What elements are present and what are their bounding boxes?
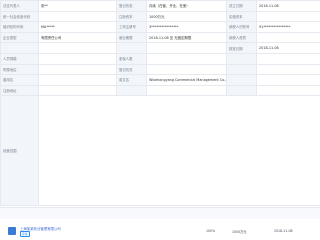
field-label: 注册地址 [0, 84, 39, 97]
investment-date: 2018-11-08 [274, 229, 293, 233]
field-value: 2018-11-08 [256, 0, 320, 12]
investment-amount: 1000万元 [232, 230, 247, 234]
field-value: 有限责任公司 [38, 31, 117, 44]
info-row: 曾用名 英文名 Wisehongyang Commercial Management… [0, 74, 320, 86]
info-row: 企业类型 有限责任公司 营业期限 2018-11-08 至 无固定期限 纳税人资质 [0, 31, 320, 44]
field-value: 张** [38, 0, 117, 12]
field-label: 人员规模 [0, 52, 39, 65]
field-value [256, 63, 320, 76]
investment-section: 上海某某商业管理有限公司 存续 100% 1000万元 2018-11-08 [0, 207, 320, 240]
field-label: 登记机关 [116, 63, 147, 76]
field-label: 企业类型 [0, 31, 39, 44]
field-value [146, 52, 227, 65]
field-label [116, 42, 147, 54]
field-label: 注册资本 [116, 10, 147, 23]
field-value [38, 74, 117, 86]
field-label: 营业期限 [116, 31, 147, 44]
field-label: 工商注册号 [116, 21, 147, 33]
field-label [226, 52, 257, 65]
field-label: 组织机构代码 [0, 21, 39, 33]
field-label: 纳税人识别号 [226, 21, 257, 33]
field-value [146, 42, 227, 54]
field-label: 成立日期 [226, 0, 257, 12]
investee-company-name[interactable]: 上海某某商业管理有限公司 [20, 226, 180, 231]
field-value [256, 52, 320, 65]
field-value [146, 63, 227, 76]
field-label: 所属地区 [0, 63, 39, 76]
field-value [38, 63, 117, 76]
investment-row[interactable]: 上海某某商业管理有限公司 存续 100% 1000万元 2018-11-08 [0, 224, 320, 238]
field-label: 经营范围 [0, 95, 39, 207]
field-value [256, 74, 320, 86]
field-label: 实缴资本 [226, 10, 257, 23]
field-value: 91**************** [256, 21, 320, 33]
field-label [226, 74, 257, 86]
field-label: 核准日期 [226, 42, 257, 54]
info-row: 法定代表人 张** 登记状态 存续（在营、开业、在册） 成立日期 2018-11-08 [0, 0, 320, 12]
field-label: 纳税人资质 [226, 31, 257, 44]
share-ratio: 100% [206, 229, 216, 233]
field-label [0, 42, 39, 54]
info-row: 组织机构代码 MA***** 工商注册号 3**************** 纳税人识别… [0, 21, 320, 33]
field-value [38, 10, 117, 23]
field-value [38, 42, 117, 54]
company-logo [8, 227, 16, 235]
field-label [116, 84, 147, 97]
field-label [226, 63, 257, 76]
field-value [256, 31, 320, 44]
info-row: 经营范围 [0, 95, 320, 207]
registration-table: 法定代表人 张** 登记状态 存续（在营、开业、在册） 成立日期 2018-11-08 统一… [0, 0, 320, 207]
field-value: 1000万元 [146, 10, 227, 23]
info-row: 统一社会信用代码 注册资本 1000万元 实缴资本 [0, 10, 320, 23]
field-value [38, 52, 117, 65]
info-row: 人员规模 参保人数 [0, 52, 320, 65]
registration-info-panel: 法定代表人 张** 登记状态 存续（在营、开业、在册） 成立日期 2018-11-08 统一… [0, 0, 320, 207]
field-label: 英文名 [116, 74, 147, 86]
field-label: 参保人数 [116, 52, 147, 65]
field-label: 法定代表人 [0, 0, 39, 12]
field-label: 曾用名 [0, 74, 39, 86]
field-value: 2018-11-08 [256, 42, 320, 54]
info-row: 核准日期 2018-11-08 [0, 42, 320, 54]
info-row: 所属地区 登记机关 [0, 63, 320, 76]
field-value [146, 84, 227, 97]
field-value: Wisehongyang Commercial Management Co., … [146, 74, 227, 86]
field-label: 登记状态 [116, 0, 147, 12]
field-value [256, 84, 320, 97]
field-label: 统一社会信用代码 [0, 10, 39, 23]
field-value [38, 84, 117, 97]
field-value [256, 10, 320, 23]
info-row: 注册地址 [0, 84, 320, 97]
business-scope-text [38, 95, 320, 207]
field-value: 3**************** [146, 21, 227, 33]
field-value: 存续（在营、开业、在册） [146, 0, 227, 12]
field-value: MA***** [38, 21, 117, 33]
field-label [226, 84, 257, 97]
field-value: 2018-11-08 至 无固定期限 [146, 31, 227, 44]
status-tag: 存续 [20, 231, 30, 237]
investment-header-row [0, 208, 320, 219]
